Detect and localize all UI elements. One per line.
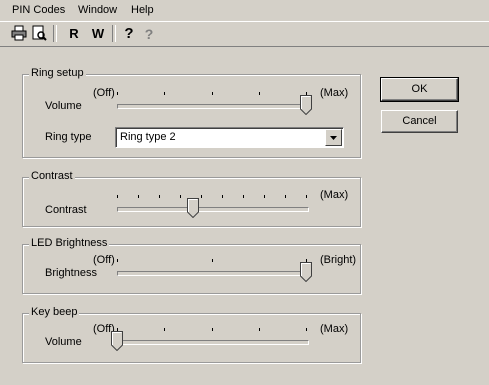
cancel-button[interactable]: Cancel bbox=[381, 110, 458, 133]
ring-volume-slider[interactable] bbox=[117, 89, 312, 115]
contrast-group: Contrast (Max) Contrast bbox=[22, 170, 361, 227]
brightness-label: Brightness bbox=[45, 267, 97, 279]
slider-tick bbox=[285, 195, 286, 198]
menu-bar: PIN Codes Window Help bbox=[0, 0, 489, 20]
contrast-max-label: (Max) bbox=[320, 189, 349, 201]
slider-tick bbox=[259, 328, 260, 331]
brightness-min-label: (Off) bbox=[93, 254, 115, 266]
key-beep-group: Key beep (Off) (Max) Volume bbox=[22, 306, 361, 363]
ring-setup-group: Ring setup (Off) (Max) Volume Ring type … bbox=[22, 67, 361, 158]
toolbar: R W ? ? bbox=[0, 21, 489, 47]
chevron-down-icon[interactable] bbox=[325, 129, 342, 146]
brightness-max-label: (Bright) bbox=[320, 254, 357, 266]
slider-tick bbox=[212, 92, 213, 95]
slider-tick bbox=[117, 92, 118, 95]
volume-min-label: (Off) bbox=[93, 87, 115, 99]
slider-tick bbox=[164, 328, 165, 331]
ring-type-label: Ring type bbox=[45, 131, 92, 143]
ring-setup-title: Ring setup bbox=[29, 67, 86, 79]
write-w-button[interactable]: W bbox=[89, 25, 107, 43]
led-brightness-group: LED Brightness (Off) (Bright) Brightness bbox=[22, 237, 361, 294]
slider-tick bbox=[117, 195, 118, 198]
contrast-title: Contrast bbox=[29, 170, 75, 182]
slider-track bbox=[117, 340, 309, 345]
key-beep-max-label: (Max) bbox=[320, 323, 349, 335]
slider-tick bbox=[180, 195, 181, 198]
toolbar-separator bbox=[53, 25, 57, 42]
ring-type-select[interactable]: Ring type 2 bbox=[115, 127, 344, 148]
slider-thumb[interactable] bbox=[300, 95, 312, 115]
contrast-slider[interactable] bbox=[117, 192, 309, 218]
read-r-button[interactable]: R bbox=[65, 25, 83, 43]
slider-tick bbox=[306, 328, 307, 331]
slider-tick bbox=[264, 195, 265, 198]
slider-tick bbox=[259, 92, 260, 95]
led-brightness-title: LED Brightness bbox=[29, 237, 110, 249]
slider-tick bbox=[212, 328, 213, 331]
toolbar-separator bbox=[112, 25, 116, 42]
slider-tick bbox=[222, 195, 223, 198]
slider-tick bbox=[138, 195, 139, 198]
slider-track bbox=[117, 207, 309, 212]
slider-tick bbox=[306, 195, 307, 198]
slider-thumb[interactable] bbox=[111, 331, 123, 351]
menu-pin-codes[interactable]: PIN Codes bbox=[12, 4, 65, 16]
whats-this-help-icon[interactable]: ? bbox=[140, 25, 158, 43]
slider-tick bbox=[201, 195, 202, 198]
slider-tick bbox=[117, 259, 118, 262]
menu-window[interactable]: Window bbox=[78, 4, 117, 16]
slider-tick bbox=[164, 92, 165, 95]
print-preview-icon[interactable] bbox=[30, 25, 48, 43]
ok-button[interactable]: OK bbox=[380, 77, 459, 102]
slider-tick bbox=[212, 259, 213, 262]
slider-tick bbox=[159, 195, 160, 198]
ring-type-value: Ring type 2 bbox=[120, 131, 176, 143]
slider-track bbox=[117, 104, 309, 109]
slider-tick bbox=[243, 195, 244, 198]
help-icon[interactable]: ? bbox=[120, 25, 138, 43]
key-beep-title: Key beep bbox=[29, 306, 80, 318]
key-beep-volume-slider[interactable] bbox=[111, 325, 309, 351]
key-beep-volume-label: Volume bbox=[45, 336, 82, 348]
slider-thumb[interactable] bbox=[186, 198, 199, 218]
slider-track bbox=[117, 271, 309, 276]
slider-thumb[interactable] bbox=[300, 262, 312, 282]
menu-help[interactable]: Help bbox=[131, 4, 154, 16]
led-brightness-slider[interactable] bbox=[117, 256, 312, 282]
volume-label: Volume bbox=[45, 100, 82, 112]
volume-max-label: (Max) bbox=[320, 87, 349, 99]
contrast-label: Contrast bbox=[45, 204, 87, 216]
print-icon[interactable] bbox=[10, 25, 28, 43]
